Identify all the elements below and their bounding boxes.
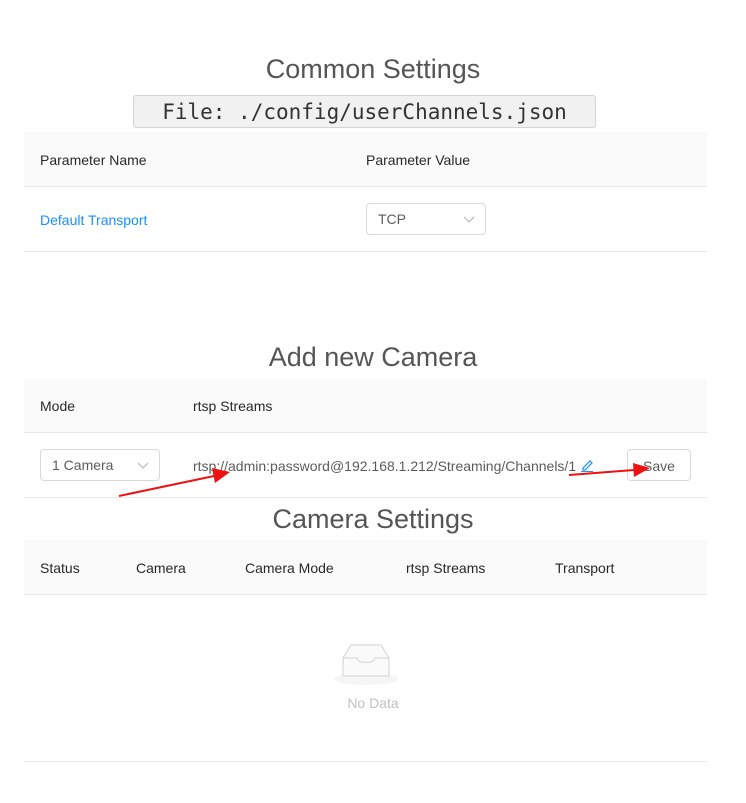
column-header-status: Status [40, 560, 80, 576]
default-transport-select[interactable]: TCP [366, 203, 486, 235]
common-settings-title: Common Settings [265, 54, 481, 84]
column-header-parameter-value: Parameter Value [366, 152, 471, 168]
column-header-camera: Camera [136, 560, 186, 576]
camera-settings-table-header: Status Camera Camera Mode rtsp Streams T… [24, 540, 707, 595]
empty-inbox-icon [334, 644, 398, 685]
row-divider [24, 761, 707, 762]
chevron-down-icon [463, 216, 475, 223]
camera-mode-value: 1 Camera [52, 457, 114, 473]
default-transport-label: Default Transport [40, 212, 148, 228]
common-settings-table-header: Parameter Name Parameter Value [24, 132, 707, 187]
default-transport-value: TCP [378, 211, 406, 227]
column-header-camera-mode: Camera Mode [245, 560, 334, 576]
rtsp-stream-url: rtsp://admin:password@192.168.1.212/Stre… [193, 458, 577, 474]
camera-mode-select[interactable]: 1 Camera [40, 449, 160, 481]
row-divider [24, 497, 707, 498]
add-camera-title: Add new Camera [268, 342, 478, 372]
column-header-transport: Transport [555, 560, 615, 576]
chevron-down-icon [137, 462, 149, 469]
column-header-parameter-name: Parameter Name [40, 152, 147, 168]
column-header-mode: Mode [40, 398, 76, 414]
config-file-label: File: ./config/userChannels.json [133, 95, 596, 128]
column-header-rtsp-streams: rtsp Streams [193, 398, 273, 414]
camera-settings-title: Camera Settings [272, 504, 474, 534]
empty-state-text: No Data [347, 695, 399, 711]
row-divider [24, 251, 707, 252]
edit-icon[interactable] [580, 458, 594, 472]
add-camera-table-header: Mode rtsp Streams [24, 378, 707, 433]
column-header-rtsp-streams: rtsp Streams [406, 560, 486, 576]
save-button[interactable]: Save [627, 449, 691, 481]
